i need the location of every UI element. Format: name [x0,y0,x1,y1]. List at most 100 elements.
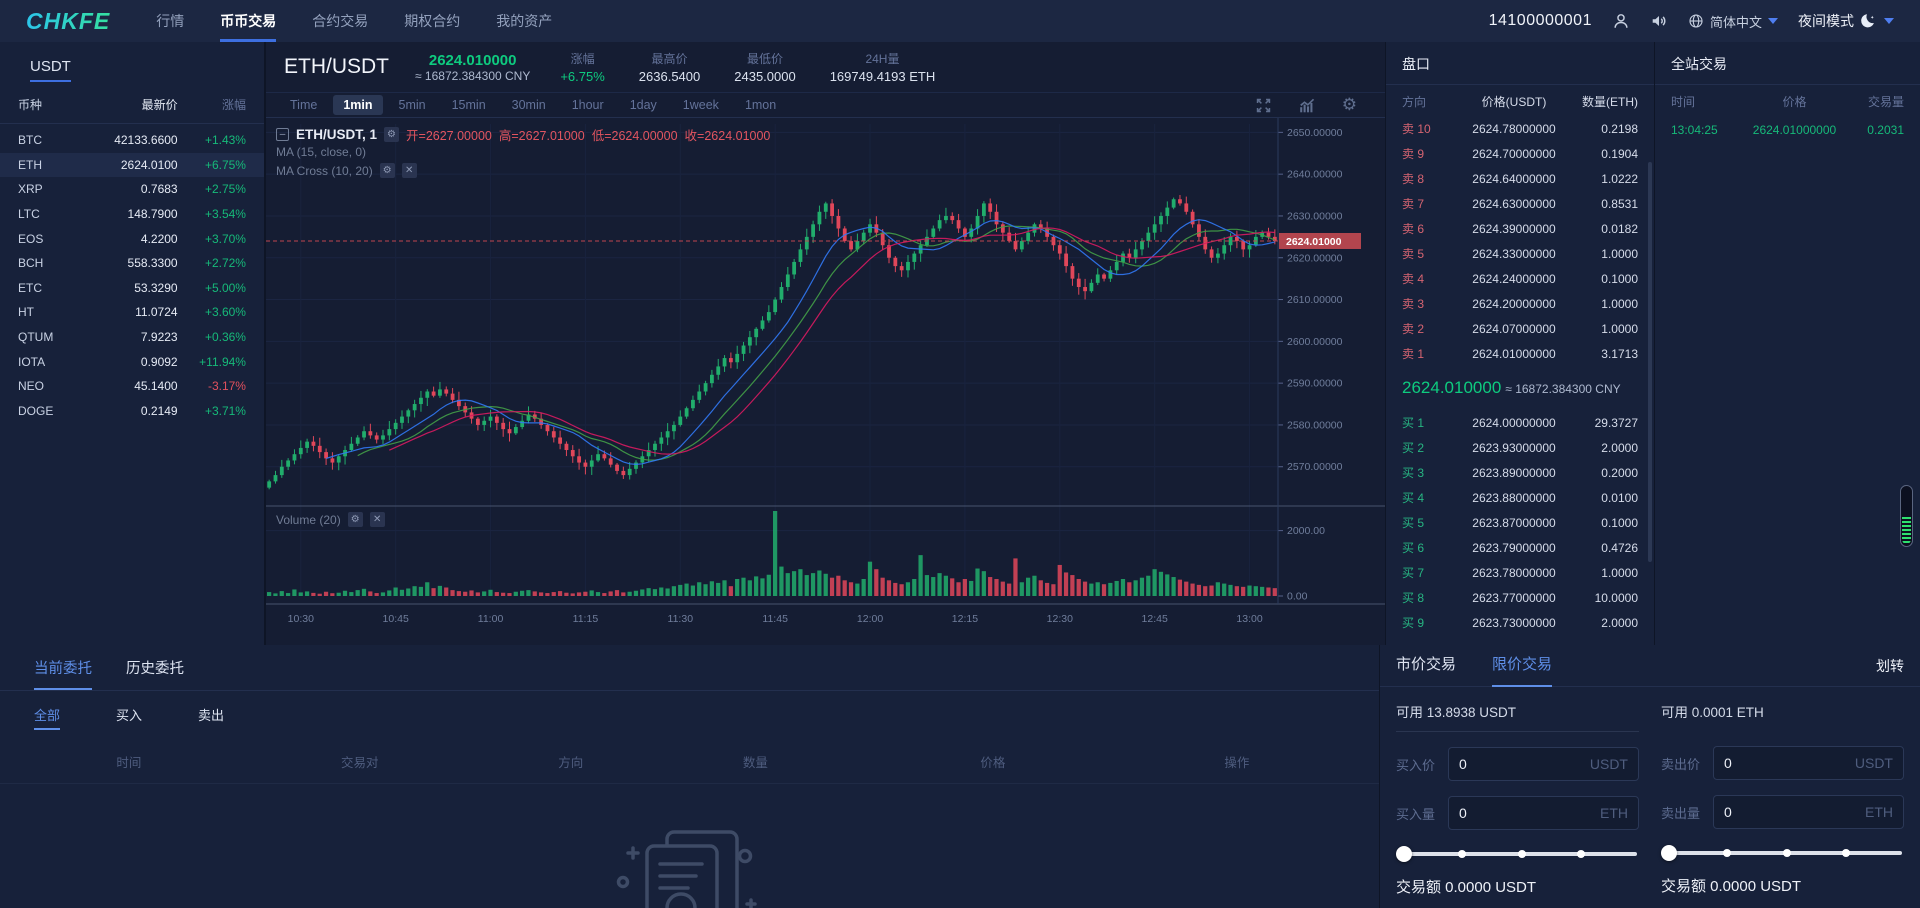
nav-item[interactable]: 期权合约 [404,0,460,42]
timeframe-bar: Time 1min 5min 15min 30min 1hour 1day 1w… [266,92,1385,118]
timeframe-button[interactable]: 1week [673,95,729,115]
sell-available-balance: 可用 0.0001 ETH [1661,701,1904,731]
market-row[interactable]: BTC 42133.6600 +1.43% [0,128,264,153]
ask-row[interactable]: 卖 6 2624.39000000 0.0182 [1386,216,1654,241]
bid-row[interactable]: 买 1 2624.00000000 29.3727 [1386,410,1654,435]
nav-item[interactable]: 行情 [156,0,184,42]
chart-canvas[interactable]: 2650.000002640.000002630.000002620.00000… [266,118,1385,645]
orders-tab[interactable]: 当前委托 [34,657,92,690]
transfer-link[interactable]: 划转 [1876,656,1904,676]
slider-handle[interactable] [1661,845,1677,861]
nav-item[interactable]: 我的资产 [496,0,552,42]
bid-row[interactable]: 买 7 2623.78000000 1.0000 [1386,560,1654,585]
market-row[interactable]: IOTA 0.9092 +11.94% [0,349,264,374]
depth-ratio-scrollbar[interactable] [1900,485,1913,547]
trade-tab[interactable]: 限价交易 [1492,645,1552,687]
bid-row[interactable]: 买 5 2623.87000000 0.1000 [1386,510,1654,535]
chart-legend-ma-cross: MA Cross (10, 20) ⚙ ✕ [276,163,417,178]
trade-row[interactable]: 13:04:25 2624.01000000 0.2031 [1655,116,1920,144]
ask-row[interactable]: 卖 7 2624.63000000 0.8531 [1386,191,1654,216]
svg-text:11:30: 11:30 [668,613,694,625]
orders-filter[interactable]: 卖出 [198,705,224,730]
ask-row[interactable]: 卖 3 2624.20000000 1.0000 [1386,291,1654,316]
timeframe-button[interactable]: Time [280,95,327,115]
timeframe-button[interactable]: 1mon [735,95,786,115]
nav-item[interactable]: 币币交易 [220,0,276,42]
bid-row[interactable]: 买 9 2623.73000000 2.0000 [1386,610,1654,635]
svg-text:0.00: 0.00 [1287,591,1308,603]
slider-handle[interactable] [1396,846,1412,862]
legend-close-icon[interactable]: ✕ [402,163,417,178]
bid-row[interactable]: 买 8 2623.77000000 10.0000 [1386,585,1654,610]
legend-gear-icon[interactable]: ⚙ [384,127,399,142]
market-row[interactable]: LTC 148.7900 +3.54% [0,202,264,227]
bid-row[interactable]: 买 6 2623.79000000 0.4726 [1386,535,1654,560]
svg-text:2630.00000: 2630.00000 [1287,210,1343,222]
collapse-icon[interactable]: – [276,128,289,141]
ask-row[interactable]: 卖 2 2624.07000000 1.0000 [1386,316,1654,341]
sell-amount-slider[interactable] [1663,845,1902,861]
order-book-scrollbar[interactable] [1648,162,1652,562]
ask-row[interactable]: 卖 9 2624.70000000 0.1904 [1386,141,1654,166]
trade-box: 市价交易 限价交易 划转 可用 13.8938 USDT 买入价 0 USDT … [1380,645,1920,908]
legend-gear-icon[interactable]: ⚙ [348,512,363,527]
orders-filter[interactable]: 全部 [34,705,60,730]
order-book-mid-price: 2624.010000 ≈ 16872.384300 CNY [1386,366,1654,410]
user-icon[interactable] [1612,12,1630,30]
ask-row[interactable]: 卖 10 2624.78000000 0.2198 [1386,116,1654,141]
sell-price-input[interactable]: 0 USDT [1713,746,1904,780]
svg-text:11:15: 11:15 [573,613,599,625]
orders-filter[interactable]: 买入 [116,705,142,730]
fullscreen-icon[interactable] [1255,95,1272,115]
market-row[interactable]: BCH 558.3300 +2.72% [0,251,264,276]
timeframe-button[interactable]: 15min [442,95,496,115]
chart-settings-gear-icon[interactable]: ⚙ [1342,95,1357,115]
ask-row[interactable]: 卖 1 2624.01000000 3.1713 [1386,341,1654,366]
bid-row[interactable]: 买 2 2623.93000000 2.0000 [1386,435,1654,460]
timeframe-button[interactable]: 1min [333,95,382,115]
indicator-icon[interactable] [1298,95,1316,115]
bid-row[interactable]: 买 4 2623.88000000 0.0100 [1386,485,1654,510]
market-row[interactable]: NEO 45.1400 -3.17% [0,374,264,399]
timeframe-button[interactable]: 1day [620,95,667,115]
market-row[interactable]: EOS 4.2200 +3.70% [0,226,264,251]
sell-price-row: 卖出价 0 USDT [1661,746,1904,780]
bid-row[interactable]: 买 3 2623.89000000 0.2000 [1386,460,1654,485]
market-row[interactable]: ETC 53.3290 +5.00% [0,276,264,301]
sell-amount-input[interactable]: 0 ETH [1713,795,1904,829]
ask-row[interactable]: 卖 8 2624.64000000 1.0222 [1386,166,1654,191]
legend-close-icon[interactable]: ✕ [370,512,385,527]
speaker-icon[interactable] [1650,12,1668,30]
svg-text:2624.01000: 2624.01000 [1286,236,1342,248]
buy-amount-row: 买入量 0 ETH [1396,796,1639,830]
ask-row[interactable]: 卖 4 2624.24000000 0.1000 [1386,266,1654,291]
market-row[interactable]: ETH 2624.0100 +6.75% [0,153,264,178]
candlestick-chart[interactable]: 2650.000002640.000002630.000002620.00000… [266,118,1385,643]
buy-amount-input[interactable]: 0 ETH [1448,796,1639,830]
tab-usdt[interactable]: USDT [30,58,71,82]
orders-tab[interactable]: 历史委托 [126,657,184,690]
theme-selector[interactable]: 夜间模式 [1798,11,1894,31]
brand-logo[interactable]: CHKFE [26,8,110,35]
market-row[interactable]: HT 11.0724 +3.60% [0,300,264,325]
empty-state [0,818,1379,908]
buy-amount-slider[interactable] [1398,846,1637,862]
market-row[interactable]: QTUM 7.9223 +0.36% [0,325,264,350]
ask-row[interactable]: 卖 5 2624.33000000 1.0000 [1386,241,1654,266]
market-row[interactable]: DOGE 0.2149 +3.71% [0,399,264,424]
chart-legend-main: – ETH/USDT, 1 ⚙ 开=2627.00000 高=2627.0100… [276,125,770,144]
legend-gear-icon[interactable]: ⚙ [380,163,395,178]
market-row[interactable]: XRP 0.7683 +2.75% [0,177,264,202]
moon-icon [1860,12,1878,30]
timeframe-button[interactable]: 30min [502,95,556,115]
timeframe-button[interactable]: 1hour [562,95,614,115]
language-selector[interactable]: 简体中文 [1688,12,1778,31]
buy-price-input[interactable]: 0 USDT [1448,747,1639,781]
stat-volume: 24H量 169749.4193 ETH [830,50,936,84]
site-trades-header: 时间 价格 交易量 [1655,85,1920,116]
col-price: 最新价 [75,96,178,113]
timeframe-button[interactable]: 5min [389,95,436,115]
svg-text:2580.00000: 2580.00000 [1287,419,1343,431]
nav-item[interactable]: 合约交易 [312,0,368,42]
trade-tab[interactable]: 市价交易 [1396,645,1456,687]
